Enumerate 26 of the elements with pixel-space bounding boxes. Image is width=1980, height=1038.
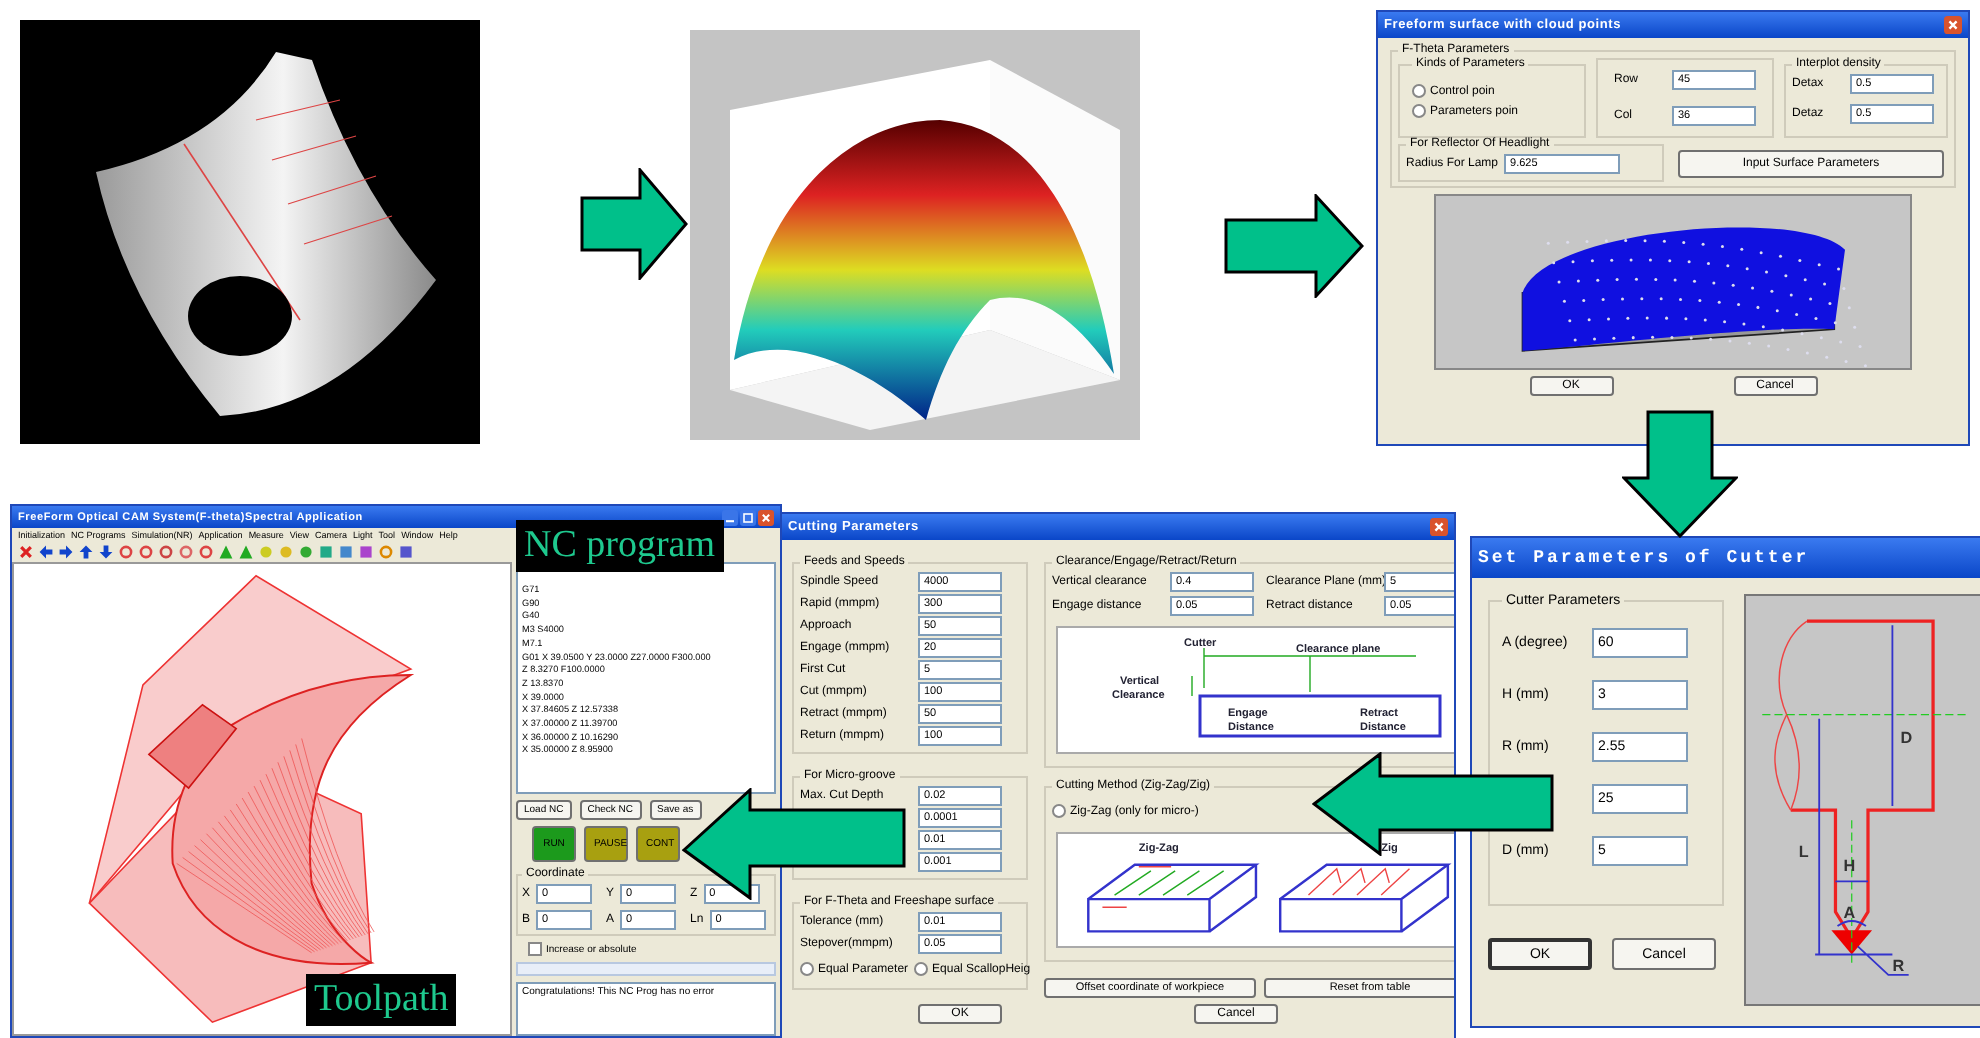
close-icon[interactable] xyxy=(1430,518,1448,536)
dot-icon[interactable] xyxy=(298,544,314,560)
close-icon[interactable] xyxy=(758,509,774,525)
square-icon[interactable] xyxy=(358,544,374,560)
right-arrow xyxy=(1224,194,1364,298)
dimension-label: A xyxy=(1843,903,1856,922)
ring-icon[interactable] xyxy=(378,544,394,560)
dot-icon[interactable] xyxy=(278,544,294,560)
caption-label: NC program xyxy=(516,520,724,572)
dot-icon[interactable] xyxy=(258,544,274,560)
right-arrow xyxy=(580,168,688,280)
square-icon[interactable] xyxy=(398,544,414,560)
dimension-label: H xyxy=(1843,857,1856,876)
minimize-icon[interactable] xyxy=(722,509,738,525)
dimension-label: L xyxy=(1798,842,1809,861)
square-icon[interactable] xyxy=(318,544,334,560)
dimension-label: D xyxy=(1900,729,1913,748)
window-title: Set Parameters of Cutter xyxy=(1478,548,1810,568)
square-icon[interactable] xyxy=(338,544,354,560)
caption-label: Toolpath xyxy=(306,974,457,1026)
close-icon[interactable] xyxy=(1944,16,1962,34)
cross-icon[interactable] xyxy=(18,544,34,560)
dimension-label: R xyxy=(1892,956,1905,975)
maximize-icon[interactable] xyxy=(740,509,756,525)
scrollbar[interactable] xyxy=(516,962,776,976)
down-arrow xyxy=(1622,410,1738,538)
